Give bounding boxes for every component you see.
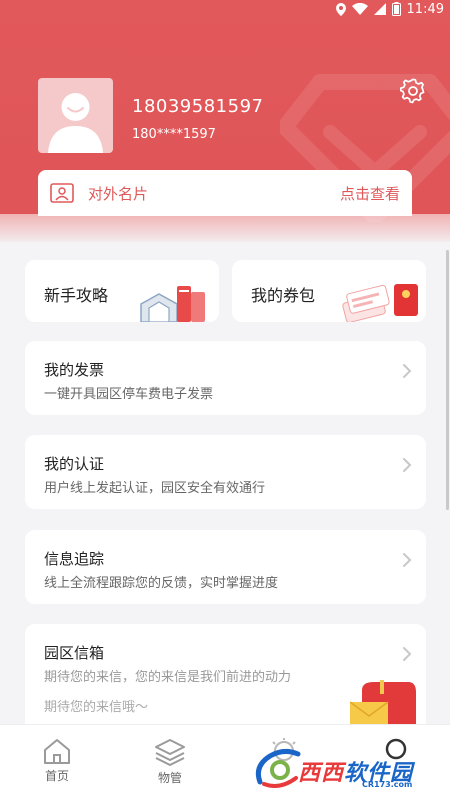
quick-link-label: 我的券包 <box>251 286 316 305</box>
namecard-view-link[interactable]: 点击查看 <box>340 183 400 204</box>
user-phone-masked: 180****1597 <box>132 127 216 142</box>
tab-label: 首页 <box>44 769 69 783</box>
signal-icon <box>373 3 386 15</box>
chevron-right-icon <box>403 364 412 378</box>
tab-home[interactable]: 首页 <box>27 737 87 784</box>
chevron-right-icon <box>403 458 412 472</box>
menu-card-certification[interactable]: 我的认证 用户线上发起认证，园区安全有效通行 <box>25 435 426 509</box>
card-desc: 期待您的来信，您的来信是我们前进的动力 <box>44 670 292 685</box>
card-desc: 用户线上发起认证，园区安全有效通行 <box>44 481 266 496</box>
card-title: 园区信箱 <box>44 644 105 662</box>
namecard-label: 对外名片 <box>88 184 149 203</box>
watermark-text-main: 西西 <box>298 761 345 786</box>
settings-gear-icon[interactable] <box>400 78 426 104</box>
scrollbar[interactable] <box>446 250 449 510</box>
card-desc: 一键开具园区停车费电子发票 <box>44 387 214 402</box>
card-title: 信息追踪 <box>44 550 105 568</box>
id-card-icon <box>50 183 74 203</box>
user-phone: 18039581597 <box>132 96 264 117</box>
card-desc-secondary: 期待您的来信哦～ <box>44 700 149 715</box>
card-title: 我的发票 <box>44 361 105 379</box>
wifi-icon <box>351 3 368 15</box>
namecard-fade <box>0 214 450 242</box>
status-bar: 11:49 <box>0 0 450 18</box>
tab-property[interactable]: 物管 <box>140 737 200 786</box>
menu-card-tracking[interactable]: 信息追踪 线上全流程跟踪您的反馈，实时掌握进度 <box>25 530 426 604</box>
status-time: 11:49 <box>406 1 444 17</box>
card-title: 我的认证 <box>44 455 105 473</box>
books-illustration-icon <box>140 286 205 322</box>
layers-icon <box>155 739 185 766</box>
chevron-right-icon <box>403 553 412 567</box>
battery-icon <box>391 2 401 16</box>
location-icon <box>335 2 346 16</box>
quick-link-guide[interactable]: 新手攻略 <box>25 260 219 322</box>
coupons-illustration-icon <box>342 284 418 322</box>
tab-label: 物管 <box>157 771 182 785</box>
default-avatar-icon <box>48 93 103 153</box>
namecard-bar[interactable]: 对外名片 点击查看 <box>38 170 412 216</box>
card-desc: 线上全流程跟踪您的反馈，实时掌握进度 <box>44 576 279 591</box>
home-icon <box>44 739 70 764</box>
chevron-right-icon <box>403 647 412 661</box>
profile-header: 11:49 18039581597 180****1597 对外名片 点击查看 <box>0 0 450 242</box>
quick-link-label: 新手攻略 <box>44 286 109 305</box>
avatar[interactable] <box>38 78 113 153</box>
menu-card-invoice[interactable]: 我的发票 一键开具园区停车费电子发票 <box>25 341 426 415</box>
quick-link-coupons[interactable]: 我的券包 <box>232 260 426 322</box>
site-watermark-sub: CR173.com <box>362 780 413 789</box>
